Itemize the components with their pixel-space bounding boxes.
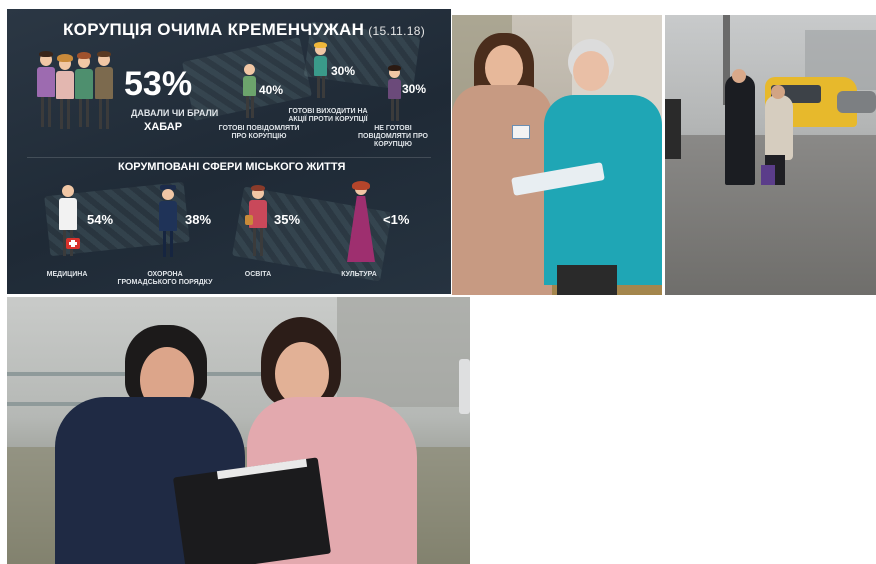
person-icon xyxy=(311,42,331,104)
people-group-illustration xyxy=(32,51,122,141)
police-label: ОХОРОНА ГРОМАДСЬКОГО ПОРЯДКУ xyxy=(117,271,213,286)
doctor-icon xyxy=(55,185,81,265)
stat-protest-caption: ГОТОВІ ВИХОДИТИ НА АКЦІЇ ПРОТИ КОРУПЦІЇ xyxy=(288,108,368,123)
collage: КОРУПЦІЯ ОЧИМА КРЕМЕНЧУЖАН (15.11.18) 53%… xyxy=(0,0,876,564)
title-text: КОРУПЦІЯ ОЧИМА КРЕМЕНЧУЖАН xyxy=(63,20,365,39)
infographic-title: КОРУПЦІЯ ОЧИМА КРЕМЕНЧУЖАН (15.11.18) xyxy=(63,20,425,40)
medicine-label: МЕДИЦИНА xyxy=(46,271,88,278)
section-divider xyxy=(27,157,431,158)
performer-icon xyxy=(343,181,379,269)
bribe-caption: ДАВАЛИ ЧИ БРАЛИ xyxy=(131,108,219,118)
survey-volunteer-with-elderly-woman-photo xyxy=(452,15,662,295)
bribe-percentage: 53% xyxy=(124,65,193,103)
title-date: (15.11.18) xyxy=(368,24,426,38)
culture-value: <1% xyxy=(383,212,410,227)
person-icon xyxy=(385,65,405,127)
education-value: 35% xyxy=(274,212,301,227)
corruption-infographic: КОРУПЦІЯ ОЧИМА КРЕМЕНЧУЖАН (15.11.18) 53%… xyxy=(7,9,451,294)
section-title: КОРУМПОВАНІ СФЕРИ МІСЬКОГО ЖИТТЯ xyxy=(118,161,346,173)
bribe-caption-bold: ХАБАР xyxy=(144,121,183,133)
education-label: ОСВІТА xyxy=(244,271,272,278)
stat-protest-value: 30% xyxy=(331,64,356,78)
street-survey-foggy-photo xyxy=(665,15,876,295)
stat-report-caption: ГОТОВІ ПОВІДОМЛЯТИ ПРО КОРУПЦІЮ xyxy=(218,125,300,140)
police-value: 38% xyxy=(185,212,212,227)
culture-label: КУЛЬТУРА xyxy=(341,271,377,278)
person-icon xyxy=(240,64,260,124)
stat-report-value: 40% xyxy=(259,83,284,97)
police-officer-icon xyxy=(155,185,181,265)
stat-not-report-caption: НЕ ГОТОВІ ПОВІДОМЛЯТИ ПРО КОРУПЦІЮ xyxy=(358,125,428,148)
survey-in-fog-clipboard-photo xyxy=(7,297,470,564)
teacher-icon xyxy=(245,185,271,265)
stat-not-report-value: 30% xyxy=(402,82,427,96)
medicine-value: 54% xyxy=(87,212,114,227)
